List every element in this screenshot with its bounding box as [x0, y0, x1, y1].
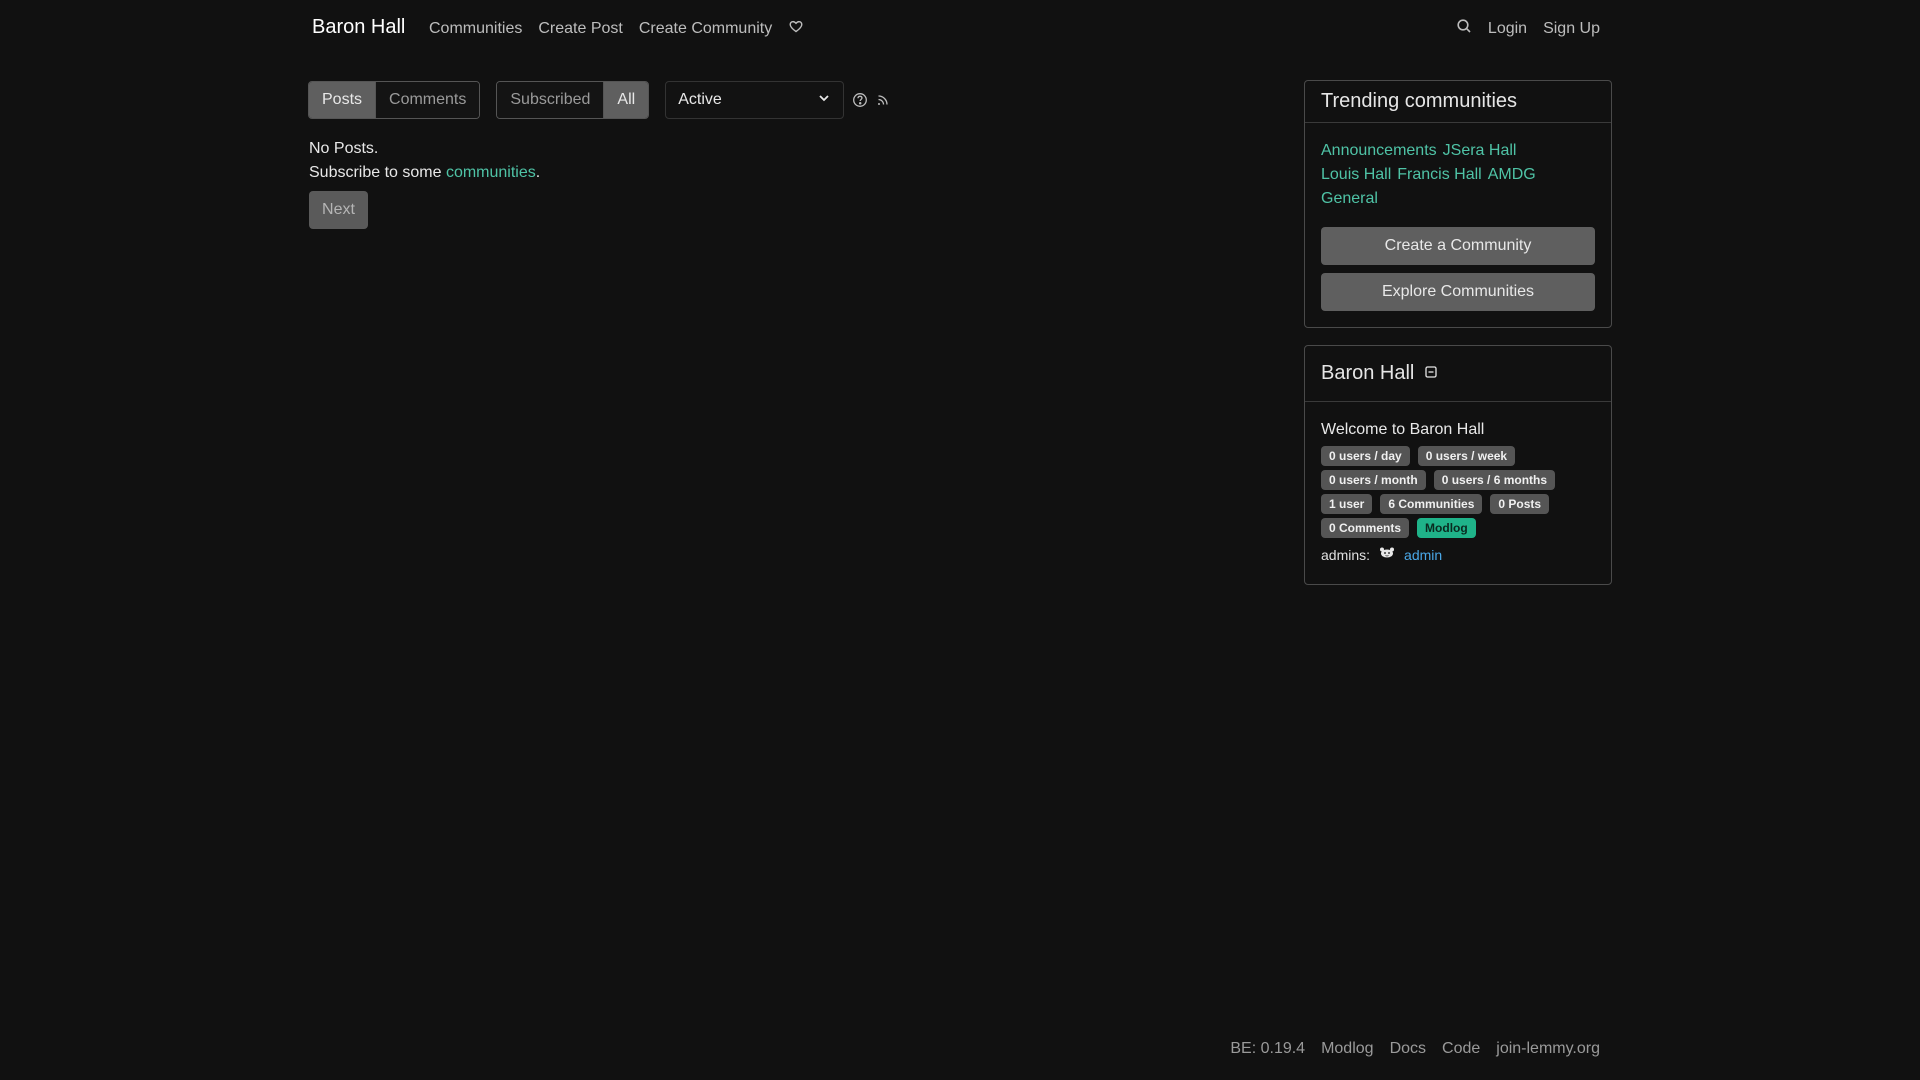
listing-toolbar: Posts Comments Subscribed All Active: [308, 81, 890, 119]
backend-version: BE: 0.19.4: [1230, 1040, 1306, 1057]
stat-badge: 0 users / month: [1321, 470, 1426, 490]
stat-badge: 0 Comments: [1321, 518, 1410, 538]
login-link[interactable]: Login: [1488, 20, 1527, 38]
site-card-body: Welcome to Baron Hall 0 users / day 0 us…: [1305, 402, 1611, 563]
site-card-header: Baron Hall: [1305, 346, 1611, 402]
modlog-badge[interactable]: Modlog: [1417, 518, 1476, 538]
stat-badge: 0 users / day: [1321, 446, 1410, 466]
all-toggle[interactable]: All: [603, 82, 649, 118]
nav-create-post[interactable]: Create Post: [538, 20, 622, 38]
admins-label: admins:: [1321, 546, 1371, 563]
empty-feed-message: No Posts. Subscribe to some communities.: [309, 137, 540, 185]
feed-toggle: Subscribed All: [496, 81, 650, 119]
sort-select-value: Active: [678, 91, 722, 108]
nav-communities[interactable]: Communities: [429, 20, 522, 38]
create-community-button[interactable]: Create a Community: [1321, 227, 1595, 265]
site-info-card: Baron Hall Welcome to Baron Hall 0 users…: [1304, 345, 1612, 585]
subscribe-suffix: .: [535, 164, 541, 181]
nav-right: Login Sign Up: [1456, 18, 1600, 39]
heart-icon[interactable]: [788, 18, 804, 39]
nav-links: Communities Create Post Create Community: [429, 18, 804, 39]
trending-link[interactable]: General: [1321, 190, 1378, 207]
stat-badge: 0 users / week: [1417, 446, 1516, 466]
explore-communities-button[interactable]: Explore Communities: [1321, 273, 1595, 311]
comments-toggle[interactable]: Comments: [375, 82, 480, 118]
communities-link[interactable]: communities: [446, 164, 536, 181]
site-title: Baron Hall: [1321, 362, 1415, 384]
trending-communities-card: Trending communities Announcements JSera …: [1304, 80, 1612, 328]
help-icon[interactable]: [852, 92, 868, 108]
footer: BE: 0.19.4 Modlog Docs Code join-lemmy.o…: [1230, 1040, 1600, 1058]
no-posts-text: No Posts.: [309, 140, 379, 157]
footer-modlog-link[interactable]: Modlog: [1321, 1040, 1373, 1058]
admin-link[interactable]: admin: [1404, 547, 1442, 563]
sort-select[interactable]: Active: [665, 81, 845, 119]
trending-link[interactable]: AMDG: [1488, 166, 1536, 183]
posts-toggle[interactable]: Posts: [309, 82, 376, 118]
rss-icon[interactable]: [876, 93, 890, 107]
trending-link[interactable]: JSera Hall: [1443, 142, 1517, 159]
nav-create-community[interactable]: Create Community: [639, 20, 772, 38]
chevron-down-icon: [817, 91, 831, 110]
trending-link[interactable]: Announcements: [1321, 142, 1437, 159]
brand-link[interactable]: Baron Hall: [312, 16, 405, 39]
trending-title: Trending communities: [1305, 81, 1611, 123]
admins-row: admins: admin: [1321, 546, 1595, 563]
listing-type-toggle: Posts Comments: [308, 81, 481, 119]
trending-list: Announcements JSera Hall Louis Hall Franci…: [1305, 123, 1611, 211]
search-icon[interactable]: [1456, 18, 1472, 39]
subscribed-toggle[interactable]: Subscribed: [497, 82, 604, 118]
stat-badge: 0 Posts: [1490, 494, 1550, 514]
signup-link[interactable]: Sign Up: [1543, 20, 1600, 38]
footer-join-lemmy-link[interactable]: join-lemmy.org: [1496, 1040, 1600, 1058]
stat-badge: 6 Communities: [1380, 494, 1483, 514]
collapse-icon[interactable]: [1424, 362, 1438, 385]
subscribe-hint: Subscribe to some communities.: [309, 161, 540, 185]
admin-avatar: [1378, 546, 1396, 563]
footer-code-link[interactable]: Code: [1442, 1040, 1480, 1058]
trending-link[interactable]: Francis Hall: [1397, 166, 1481, 183]
footer-docs-link[interactable]: Docs: [1390, 1040, 1426, 1058]
subscribe-prefix: Subscribe to some: [309, 164, 446, 181]
navbar: Baron Hall Communities Create Post Creat…: [308, 0, 1612, 56]
site-stats: 0 users / day 0 users / week 0 users / m…: [1321, 446, 1601, 538]
stat-badge: 0 users / 6 months: [1433, 470, 1556, 490]
next-button[interactable]: Next: [309, 191, 368, 229]
stat-badge: 1 user: [1321, 494, 1373, 514]
trending-link[interactable]: Louis Hall: [1321, 166, 1391, 183]
site-description: Welcome to Baron Hall: [1321, 421, 1485, 438]
